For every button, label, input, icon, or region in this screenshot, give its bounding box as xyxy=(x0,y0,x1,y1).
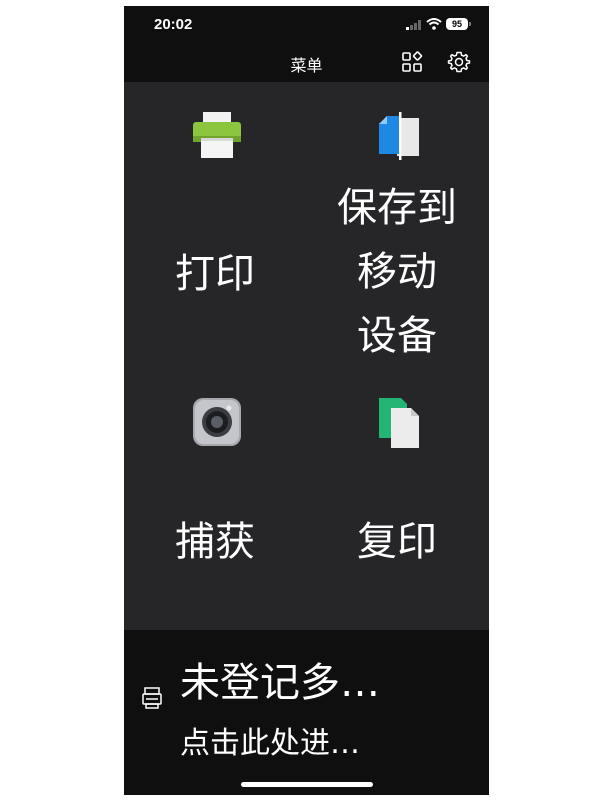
status-time: 20:02 xyxy=(154,16,193,33)
apps-grid-icon[interactable] xyxy=(400,50,424,74)
status-bar: 20:02 95 xyxy=(124,6,489,40)
device-name: 未登记多… xyxy=(180,660,380,706)
app-header: 菜单 xyxy=(124,40,489,82)
page-title: 菜单 xyxy=(290,56,323,75)
battery-icon: 95 xyxy=(446,18,468,30)
save-to-device-label: 保存到 移动 设备 xyxy=(337,185,457,359)
print-label: 打印 xyxy=(175,251,255,297)
copy-label: 复印 xyxy=(357,519,437,565)
save-to-device-icon xyxy=(379,112,419,160)
copy-document-icon xyxy=(379,398,419,448)
print-tile[interactable]: 打印 xyxy=(124,82,306,372)
home-indicator[interactable] xyxy=(241,782,373,787)
printer-device-icon xyxy=(142,687,162,709)
camera-icon xyxy=(193,398,241,446)
battery-tip xyxy=(469,22,471,26)
wifi-icon xyxy=(426,18,442,30)
capture-label: 捕获 xyxy=(175,519,255,565)
settings-gear-icon[interactable] xyxy=(447,50,471,74)
device-hint: 点击此处进… xyxy=(180,726,360,761)
save-to-device-tile[interactable]: 保存到 移动 设备 xyxy=(306,82,488,372)
copy-tile[interactable]: 复印 xyxy=(306,372,488,630)
phone-screen: 20:02 95 菜单 打印 保存到 移动 设备 捕获 复印 未登记多… 点击此… xyxy=(124,6,489,795)
printer-icon xyxy=(193,112,241,158)
function-menu: 打印 保存到 移动 设备 捕获 复印 xyxy=(124,82,489,630)
cellular-signal-icon xyxy=(406,20,421,30)
capture-tile[interactable]: 捕获 xyxy=(124,372,306,630)
device-selector-bar[interactable]: 未登记多… 点击此处进… xyxy=(124,630,489,795)
